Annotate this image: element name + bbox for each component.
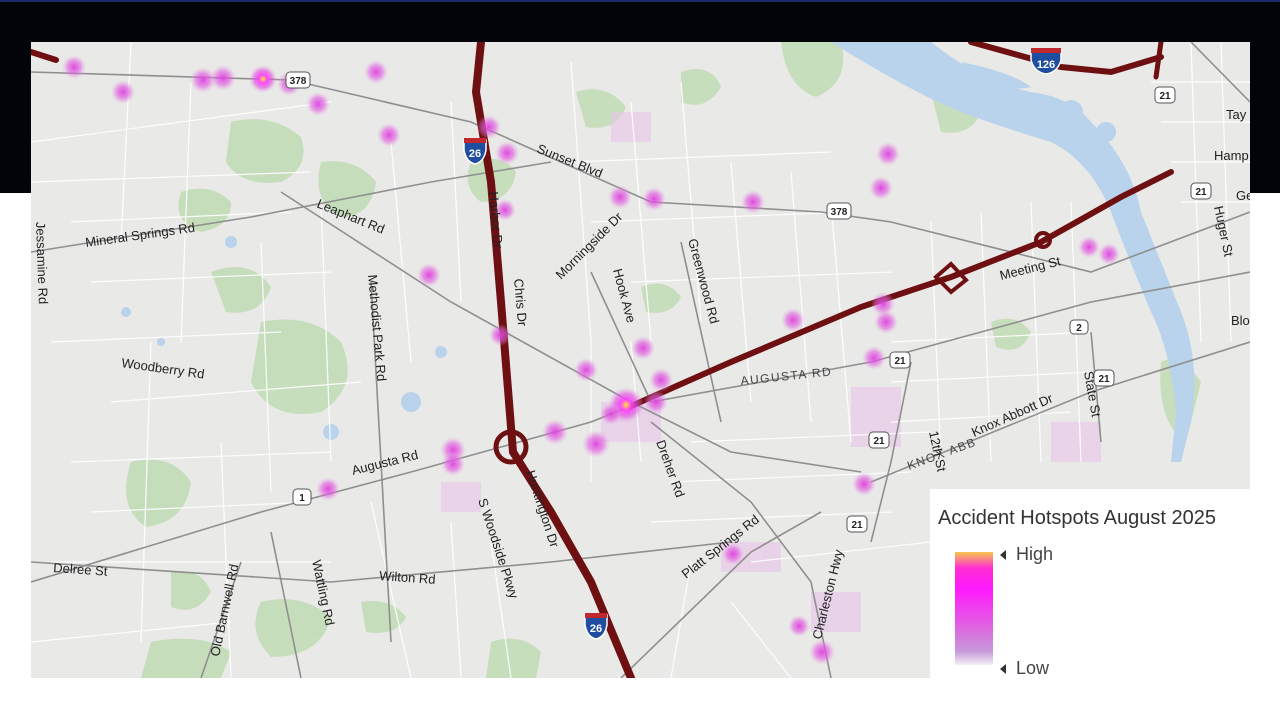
svg-text:21: 21 xyxy=(873,436,885,447)
svg-text:21: 21 xyxy=(851,520,863,531)
us-shield-21-c: 21 xyxy=(889,351,911,369)
label-ge: Ge xyxy=(1236,188,1250,203)
legend-title: Accident Hotspots August 2025 xyxy=(938,507,1216,529)
legend-high-label: High xyxy=(1016,544,1054,564)
svg-text:378: 378 xyxy=(831,207,848,218)
pointer-left-icon xyxy=(1000,550,1006,561)
label-blo: Blo xyxy=(1231,313,1250,328)
svg-text:26: 26 xyxy=(590,623,602,635)
legend-panel: Accident Hotspots August 2025 High Low xyxy=(930,489,1280,689)
svg-text:26: 26 xyxy=(469,148,481,160)
us-shield-21-a: 21 xyxy=(1154,86,1176,104)
svg-text:2: 2 xyxy=(1076,323,1082,334)
label-tay: Tay xyxy=(1226,107,1247,122)
legend-low-label: Low xyxy=(1016,658,1050,678)
us-shield-378-b: 378 xyxy=(826,202,852,220)
svg-text:21: 21 xyxy=(1195,187,1207,198)
svg-text:126: 126 xyxy=(1037,59,1055,71)
svg-text:1: 1 xyxy=(299,493,305,504)
us-shield-21-f: 21 xyxy=(846,515,868,533)
legend-high: High xyxy=(1000,544,1053,565)
us-shield-1: 1 xyxy=(292,488,312,506)
interstate-shield-26: 26 xyxy=(463,138,487,165)
label-hamp: Hamp xyxy=(1214,148,1249,163)
pointer-left-icon xyxy=(1000,664,1006,675)
svg-text:21: 21 xyxy=(1159,91,1171,102)
svg-text:21: 21 xyxy=(1098,374,1110,385)
svg-text:21: 21 xyxy=(894,356,906,367)
label-jessamine-rd: Jessamine Rd xyxy=(33,222,51,305)
svg-text:378: 378 xyxy=(290,76,307,87)
us-shield-21-b: 21 xyxy=(1190,182,1212,200)
us-shield-21-d: 21 xyxy=(1093,369,1115,387)
legend-color-ramp xyxy=(955,552,993,665)
interstate-shield-26-b: 26 xyxy=(584,613,608,640)
legend-low: Low xyxy=(1000,658,1049,679)
us-shield-378: 378 xyxy=(285,71,311,89)
us-shield-21-e: 21 xyxy=(868,431,890,449)
us-shield-2: 2 xyxy=(1069,319,1089,335)
